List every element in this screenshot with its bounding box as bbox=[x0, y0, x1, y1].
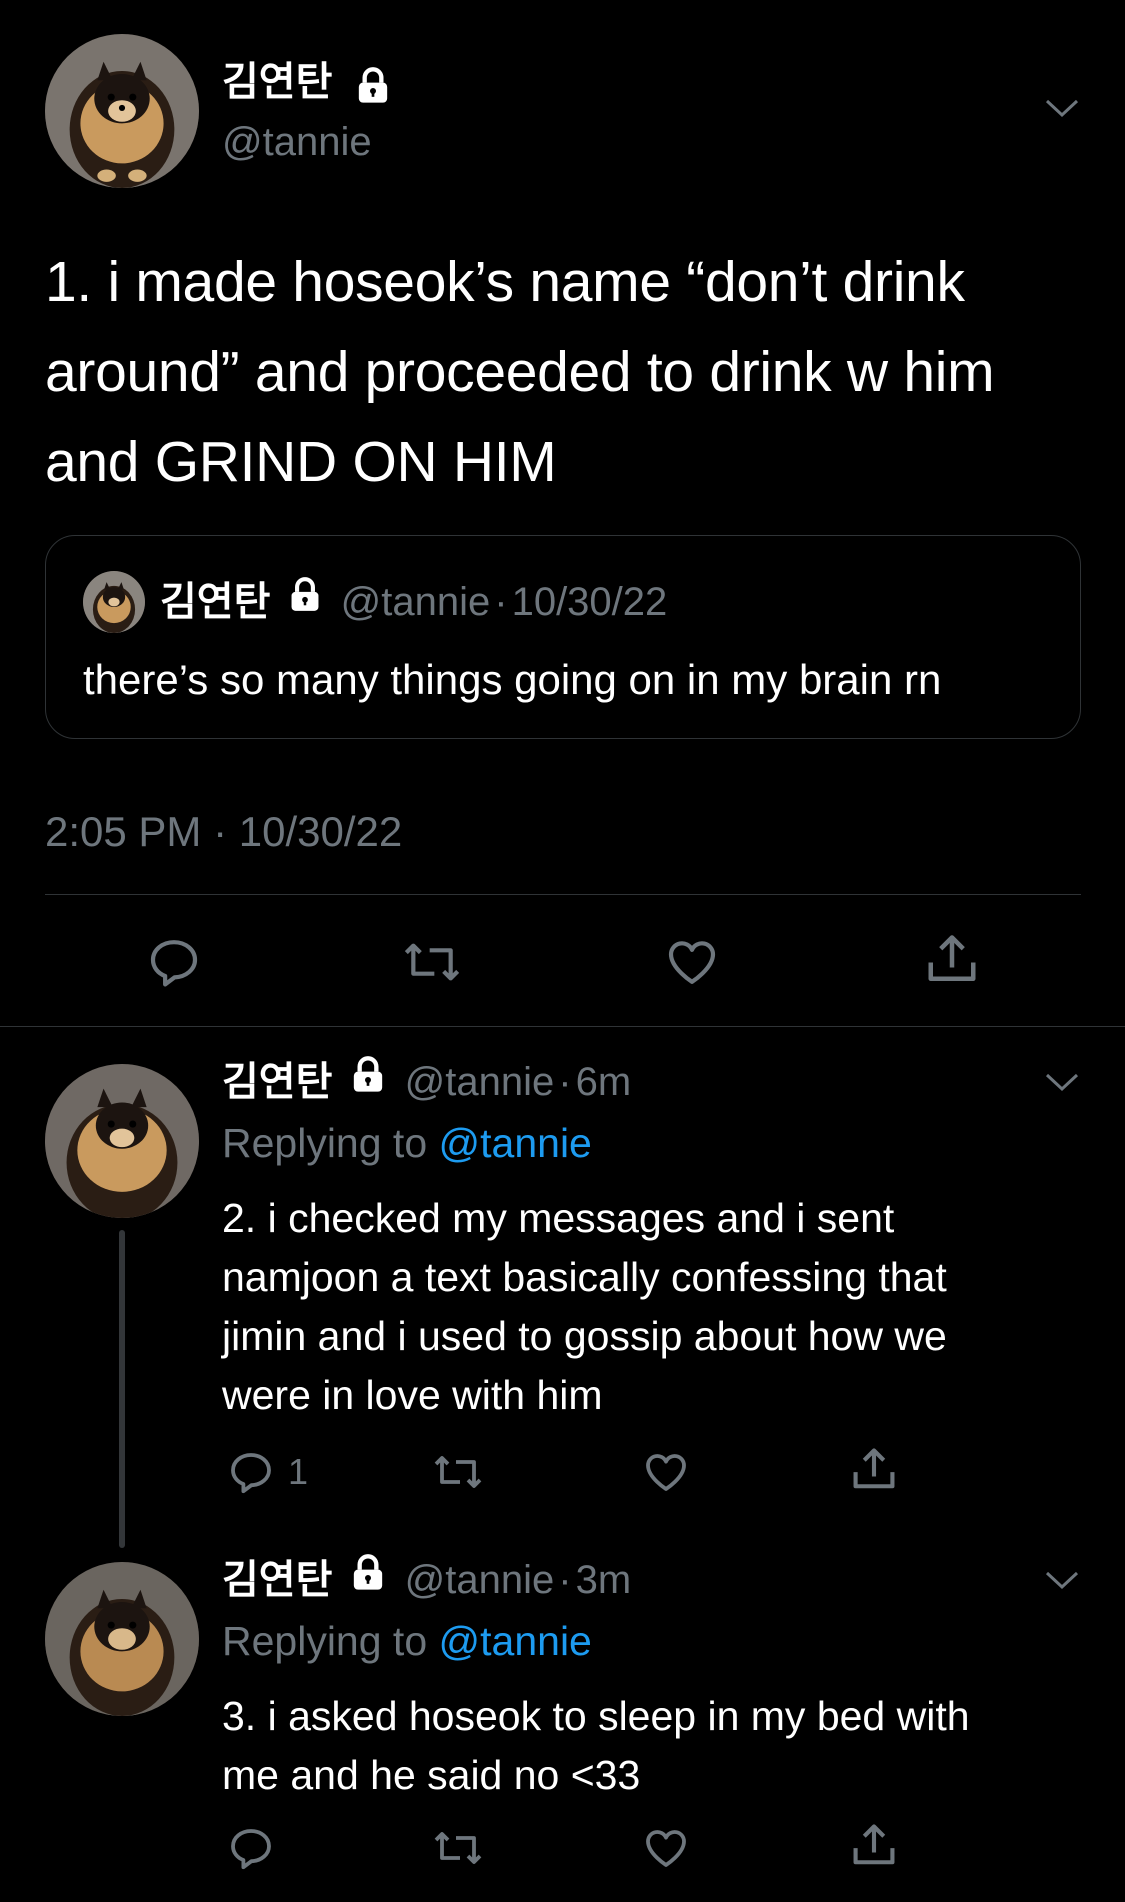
retweet-icon[interactable] bbox=[400, 934, 464, 990]
tweet-text: 1. i made hoseok’s name “don’t drink aro… bbox=[45, 237, 995, 507]
tweet-time: 3m bbox=[575, 1558, 632, 1602]
quote-tweet[interactable]: 김연탄 @tannie · 10/30/22 there’s so many thi… bbox=[45, 535, 1081, 739]
lock-icon bbox=[286, 576, 324, 625]
quote-date: 10/30/22 bbox=[511, 580, 668, 624]
replying-to-label: Replying to bbox=[222, 1120, 428, 1166]
heart-icon[interactable] bbox=[640, 1824, 692, 1872]
separator: · bbox=[494, 580, 508, 624]
dog-photo bbox=[45, 1562, 199, 1716]
quote-avatar bbox=[83, 571, 145, 633]
tweet-text-line: 1. i made hoseok’s name “don’t drink bbox=[45, 250, 965, 314]
reply-header: 김연탄 @tannie · 3m bbox=[222, 1553, 632, 1608]
replying-to: Replying to @tannie bbox=[222, 1118, 592, 1168]
reply-icon[interactable] bbox=[226, 1448, 276, 1496]
timestamp: 2:05 PM · 10/30/22 bbox=[45, 808, 403, 855]
avatar[interactable] bbox=[45, 34, 199, 188]
tweet-text-line: jimin and i used to gossip about how we bbox=[222, 1313, 947, 1359]
divider bbox=[45, 894, 1081, 895]
thread-line bbox=[119, 1230, 125, 1548]
tweet-text-line: 2. i checked my messages and i sent bbox=[222, 1195, 895, 1241]
reply-icon[interactable] bbox=[226, 1824, 276, 1872]
tweet-text-line: and GRIND ON HIM bbox=[45, 430, 557, 494]
tweet-text-line: were in love with him bbox=[222, 1372, 603, 1418]
tweet-text: 3. i asked hoseok to sleep in my bed wit… bbox=[222, 1687, 970, 1805]
display-name[interactable]: 김연탄 bbox=[222, 58, 332, 106]
replying-to-handle[interactable]: @tannie bbox=[439, 1618, 592, 1664]
chevron-down-icon[interactable] bbox=[1044, 1070, 1080, 1099]
quote-handle: @tannie bbox=[340, 580, 491, 624]
tweet-text-line: 3. i asked hoseok to sleep in my bed wit… bbox=[222, 1693, 970, 1739]
tweet-text-line: namjoon a text basically confessing that bbox=[222, 1254, 947, 1300]
reply-header: 김연탄 @tannie · 6m bbox=[222, 1055, 632, 1110]
reply-icon[interactable] bbox=[145, 934, 203, 990]
share-icon[interactable] bbox=[848, 1444, 900, 1496]
retweet-icon[interactable] bbox=[430, 1448, 486, 1496]
lock-icon bbox=[348, 1553, 388, 1604]
tweet-text-line: around” and proceeded to drink w him bbox=[45, 340, 995, 404]
chevron-down-icon[interactable] bbox=[1044, 96, 1080, 125]
quote-display-name: 김연탄 bbox=[160, 580, 271, 624]
dog-photo bbox=[45, 1064, 199, 1218]
display-name[interactable]: 김연탄 bbox=[222, 1060, 332, 1104]
lock-icon bbox=[348, 1055, 388, 1106]
avatar[interactable] bbox=[45, 1064, 199, 1218]
handle[interactable]: @tannie bbox=[222, 118, 372, 166]
replying-to: Replying to @tannie bbox=[222, 1616, 592, 1666]
handle[interactable]: @tannie bbox=[405, 1558, 555, 1602]
heart-icon[interactable] bbox=[640, 1448, 692, 1496]
share-icon[interactable] bbox=[922, 930, 982, 990]
share-icon[interactable] bbox=[848, 1820, 900, 1872]
retweet-icon[interactable] bbox=[430, 1824, 486, 1872]
lock-icon bbox=[353, 66, 393, 111]
separator: · bbox=[558, 1060, 572, 1104]
replying-to-label: Replying to bbox=[222, 1618, 428, 1664]
dog-photo bbox=[83, 571, 145, 633]
reply-count: 1 bbox=[288, 1451, 309, 1492]
quote-text: there’s so many things going on in my br… bbox=[83, 656, 942, 703]
tweet-text-line: me and he said no <33 bbox=[222, 1752, 641, 1798]
dog-photo bbox=[45, 34, 199, 188]
handle[interactable]: @tannie bbox=[405, 1060, 555, 1104]
avatar[interactable] bbox=[45, 1562, 199, 1716]
heart-icon[interactable] bbox=[662, 934, 722, 990]
chevron-down-icon[interactable] bbox=[1044, 1568, 1080, 1597]
replying-to-handle[interactable]: @tannie bbox=[439, 1120, 592, 1166]
section-divider bbox=[0, 1026, 1125, 1027]
tweet-text: 2. i checked my messages and i sent namj… bbox=[222, 1189, 947, 1425]
display-name[interactable]: 김연탄 bbox=[222, 1558, 332, 1602]
separator: · bbox=[558, 1558, 572, 1602]
tweet-time: 6m bbox=[575, 1060, 632, 1104]
quote-header: 김연탄 @tannie · 10/30/22 bbox=[160, 576, 668, 629]
